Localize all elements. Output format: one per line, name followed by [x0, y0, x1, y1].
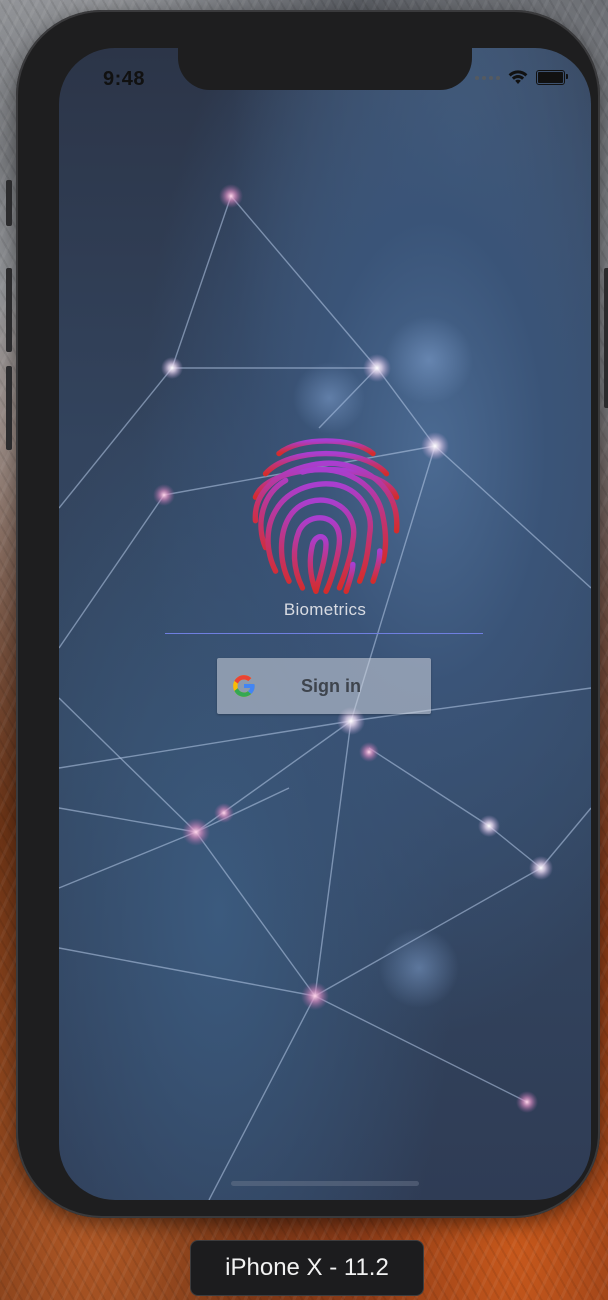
volume-up-button: [6, 268, 12, 352]
google-sign-in-button[interactable]: Sign in: [217, 658, 431, 714]
biometrics-label: Biometrics: [283, 600, 367, 619]
status-time: 9:48: [103, 68, 146, 90]
screen-notch: [178, 48, 472, 90]
network-background: [59, 184, 591, 1200]
power-button: [604, 268, 608, 408]
wifi-icon: [508, 70, 528, 84]
phone-screen: 9:48 Biometrics Sign in: [59, 48, 591, 1200]
google-g-icon: [233, 675, 255, 697]
volume-down-button: [6, 366, 12, 450]
signal-dots-icon: [475, 75, 500, 80]
status-icons: [475, 70, 568, 85]
battery-icon: [536, 70, 568, 85]
fingerprint-icon[interactable]: [242, 430, 410, 598]
sign-in-label: Sign in: [301, 675, 361, 696]
simulator-device-label: iPhone X - 11.2: [190, 1240, 424, 1296]
home-indicator[interactable]: [231, 1181, 419, 1186]
divider-line: [165, 633, 483, 634]
mute-switch: [6, 180, 12, 226]
